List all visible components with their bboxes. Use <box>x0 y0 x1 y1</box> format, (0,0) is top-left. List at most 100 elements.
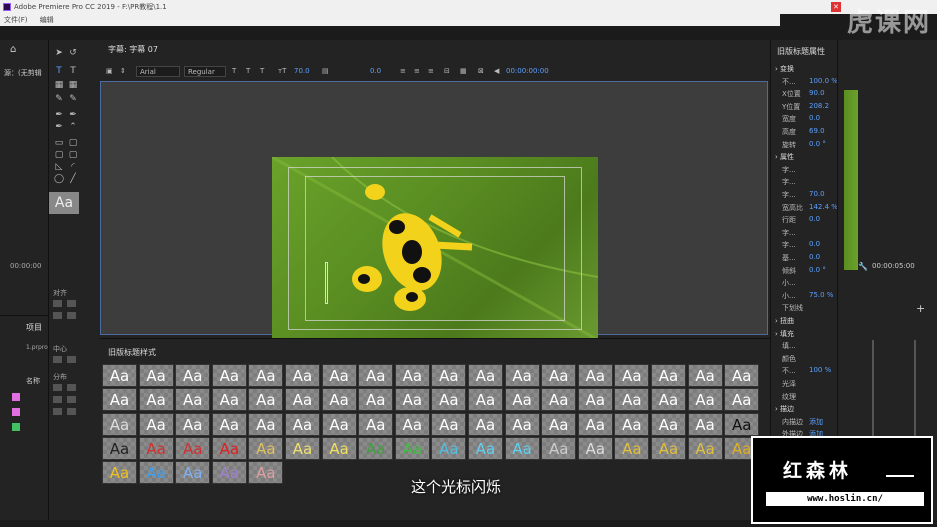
style-swatch[interactable]: Aa <box>102 461 137 485</box>
style-swatch[interactable]: Aa <box>211 412 247 436</box>
style-swatch[interactable]: Aa <box>394 436 430 460</box>
style-swatch[interactable]: Aa <box>541 364 577 387</box>
distribute-vcenter-icon[interactable] <box>53 408 62 415</box>
show-background-icon[interactable]: ▦ <box>460 67 467 75</box>
property-row[interactable]: 填... <box>771 341 838 351</box>
ellipse-tool-icon[interactable]: ◯ <box>53 174 65 184</box>
style-swatch[interactable]: Aa <box>394 412 430 436</box>
style-swatch[interactable]: Aa <box>248 461 284 485</box>
style-swatch[interactable]: Aa <box>102 364 137 387</box>
style-swatch[interactable]: Aa <box>577 436 613 460</box>
rounded-rect-tool-icon[interactable]: ▢ <box>67 138 79 148</box>
property-value[interactable]: 0.0 ° <box>809 140 826 148</box>
tab-stops-icon[interactable]: ⊟ <box>444 67 450 75</box>
property-row[interactable]: 字... 70.0 <box>771 190 838 200</box>
property-row[interactable]: 颜色 <box>771 354 838 364</box>
name-column-header[interactable]: 名称 <box>26 376 40 386</box>
style-swatch[interactable]: Aa <box>468 364 503 387</box>
style-swatch[interactable]: Aa <box>138 436 174 460</box>
style-swatch[interactable]: Aa <box>577 388 613 412</box>
property-value[interactable]: 100.0 % <box>809 77 838 85</box>
styles-tab[interactable]: 旧版标题样式 <box>108 347 156 358</box>
style-swatch[interactable]: Aa <box>431 412 467 436</box>
style-swatch[interactable]: Aa <box>724 388 760 412</box>
type-tool-icon[interactable]: T <box>53 66 65 76</box>
style-swatch[interactable]: Aa <box>394 364 430 387</box>
align-left-icon[interactable] <box>53 300 62 307</box>
title-tab[interactable]: 字幕: 字幕 07 <box>108 44 158 55</box>
delete-anchor-icon[interactable]: ✒ <box>67 110 79 120</box>
title-canvas[interactable] <box>100 81 768 342</box>
align-left-text-icon[interactable]: ≡ <box>400 67 406 75</box>
style-swatch[interactable]: Aa <box>614 364 650 387</box>
style-swatch[interactable]: Aa <box>504 436 540 460</box>
style-swatch[interactable]: Aa <box>321 436 357 460</box>
menu-file[interactable]: 文件(F) <box>4 16 28 24</box>
style-swatch[interactable]: Aa <box>614 412 650 436</box>
style-swatch[interactable]: Aa <box>175 388 211 412</box>
font-family-select[interactable]: Arial <box>136 66 180 77</box>
property-row[interactable]: 内描边 添加 <box>771 417 838 427</box>
rounded-corner-rect-icon[interactable]: ▢ <box>67 150 79 160</box>
style-swatch[interactable]: Aa <box>211 436 247 460</box>
property-value[interactable]: 90.0 <box>809 89 825 97</box>
property-value[interactable]: 0.0 <box>809 253 820 261</box>
project-file[interactable]: 1.prpro <box>26 344 48 351</box>
property-row[interactable]: 高度 69.0 <box>771 127 838 137</box>
style-swatch[interactable]: Aa <box>431 388 467 412</box>
style-swatch[interactable]: Aa <box>651 364 686 387</box>
style-swatch[interactable]: Aa <box>285 412 320 436</box>
style-swatch[interactable]: Aa <box>285 364 320 387</box>
style-swatch[interactable]: Aa <box>248 388 284 412</box>
property-row[interactable]: 旋转 0.0 ° <box>771 140 838 150</box>
pen-tool-icon[interactable]: ✒ <box>53 110 65 120</box>
style-swatch[interactable]: Aa <box>614 388 650 412</box>
vertical-area-type-icon[interactable]: ▦ <box>67 80 79 90</box>
style-swatch[interactable]: Aa <box>211 364 247 387</box>
property-row[interactable]: 光泽 <box>771 379 838 389</box>
style-swatch[interactable]: Aa <box>358 412 394 436</box>
style-swatch[interactable]: Aa <box>321 364 357 387</box>
property-row[interactable]: › 属性 <box>771 152 838 162</box>
property-row[interactable]: 宽高比 142.4 % <box>771 203 838 213</box>
style-swatch[interactable]: Aa <box>102 436 137 460</box>
distribute-left-icon[interactable] <box>53 384 62 391</box>
menu-edit[interactable]: 编辑 <box>40 16 54 24</box>
property-row[interactable]: 下划线 <box>771 303 838 313</box>
property-value[interactable]: 添加 <box>809 417 823 427</box>
center-vertical-icon[interactable] <box>67 356 76 363</box>
properties-tab[interactable]: 旧版标题属性 <box>777 46 825 57</box>
arc-tool-icon[interactable]: ◜ <box>67 162 79 172</box>
wrench-icon[interactable]: 🔧 <box>858 262 868 271</box>
distribute-hcenter-icon[interactable] <box>67 384 76 391</box>
property-row[interactable]: 字... <box>771 228 838 238</box>
style-swatch[interactable]: Aa <box>687 364 723 387</box>
property-value[interactable]: 100 % <box>809 366 831 374</box>
property-row[interactable]: 字... <box>771 177 838 187</box>
line-tool-icon[interactable]: ╱ <box>67 174 79 184</box>
style-swatch[interactable]: Aa <box>541 388 577 412</box>
style-swatch[interactable]: Aa <box>687 388 723 412</box>
style-swatch[interactable]: Aa <box>468 436 503 460</box>
style-swatch[interactable]: Aa <box>687 412 723 436</box>
property-value[interactable]: 69.0 <box>809 127 825 135</box>
close-icon[interactable]: ✕ <box>831 2 841 12</box>
style-swatch[interactable]: Aa <box>614 436 650 460</box>
bold-icon[interactable]: T <box>232 67 236 75</box>
property-row[interactable]: X位置 90.0 <box>771 89 838 99</box>
style-swatch[interactable]: Aa <box>724 412 760 436</box>
style-swatch[interactable]: Aa <box>394 388 430 412</box>
font-size-value[interactable]: 70.0 <box>294 67 310 75</box>
vertical-path-type-icon[interactable]: ✎ <box>67 94 79 104</box>
style-swatch[interactable]: Aa <box>321 388 357 412</box>
property-row[interactable]: 小... <box>771 278 838 288</box>
vertical-type-tool-icon[interactable]: T <box>67 66 79 76</box>
style-swatch[interactable]: Aa <box>321 412 357 436</box>
style-swatch[interactable]: Aa <box>431 364 467 387</box>
template-icon[interactable]: ⊠ <box>478 67 484 75</box>
property-row[interactable]: 倾斜 0.0 ° <box>771 266 838 276</box>
style-swatch[interactable]: Aa <box>211 388 247 412</box>
property-row[interactable]: 不... 100.0 % <box>771 77 838 87</box>
style-swatch[interactable]: Aa <box>358 388 394 412</box>
property-row[interactable]: › 填充 <box>771 329 838 339</box>
